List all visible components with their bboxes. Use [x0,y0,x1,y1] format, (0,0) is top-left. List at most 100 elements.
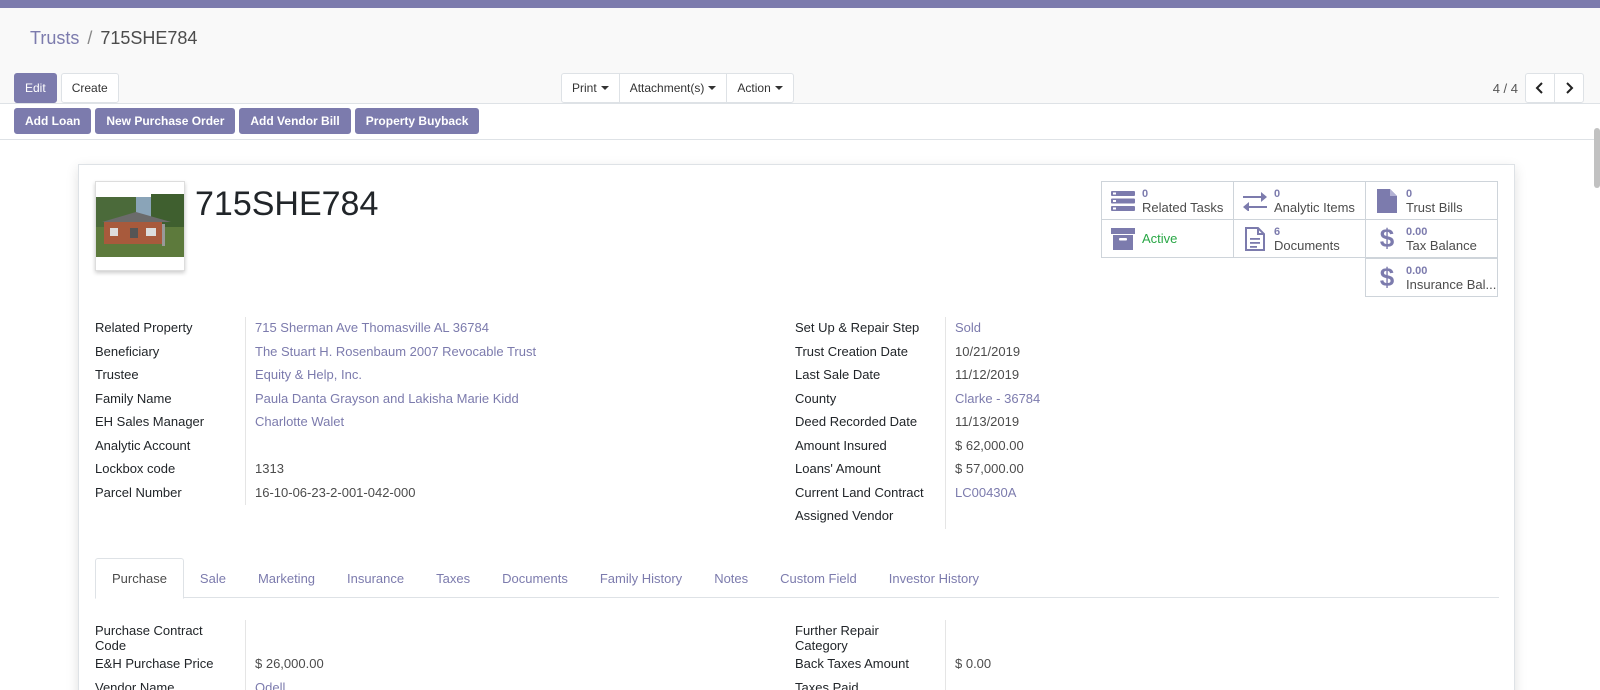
attachments-dropdown[interactable]: Attachment(s) [618,73,728,103]
form-statusbar: Add Loan New Purchase Order Add Vendor B… [0,104,1600,140]
pager-value[interactable]: 4 / 4 [1493,81,1518,96]
tab-investor-history[interactable]: Investor History [873,558,995,598]
field-label: County [795,390,837,406]
tasks-icon [1110,188,1136,214]
documents-button[interactable]: 6 Documents [1233,219,1366,258]
field-value-further-repair-category [945,620,1395,653]
notebook-tabs: Purchase Sale Marketing Insurance Taxes Docum… [95,558,1499,599]
breadcrumb: Trusts / 715SHE784 [30,28,197,49]
field-value-trust-creation-date: 10/21/2019 [945,340,1395,364]
scrollbar[interactable] [1594,128,1600,188]
add-vendor-bill-button[interactable]: Add Vendor Bill [239,108,351,134]
field-value-back-taxes-amount: $ 0.00 [945,653,1395,677]
field-value-family-name[interactable]: Paula Danta Grayson and Lakisha Marie Ki… [245,387,695,411]
field-label: Current Land Contract [795,484,924,500]
field-row-deed-recorded-date: Deed Recorded Date 11/13/2019 [795,411,1395,435]
new-purchase-order-button[interactable]: New Purchase Order [95,108,236,134]
field-value-trustee[interactable]: Equity & Help, Inc. [245,364,695,388]
record-title: 715SHE784 [195,185,379,223]
action-menus: Print Attachment(s) Action [561,73,794,103]
tab-marketing[interactable]: Marketing [242,558,331,598]
dollar-icon: $ [1379,223,1395,253]
related-tasks-count: 0 [1142,188,1149,200]
field-label: Trustee [95,367,139,382]
field-value-eh-sales-manager[interactable]: Charlotte Walet [245,411,695,435]
breadcrumb-current: 715SHE784 [100,28,198,48]
field-value-beneficiary[interactable]: The Stuart H. Rosenbaum 2007 Revocable T… [245,340,695,364]
trust-bills-button[interactable]: 0 Trust Bills [1365,181,1498,220]
tab-documents[interactable]: Documents [486,558,584,598]
field-value-set-up-repair-step[interactable]: Sold [945,317,1395,341]
field-row-further-repair-category: Further Repair Category [795,620,1395,653]
print-label: Print [572,81,597,95]
active-label: Active [1142,231,1178,246]
field-label: Lockbox code [95,461,176,476]
property-image[interactable] [95,181,185,271]
field-label: Purchase Contract Code [95,623,203,653]
field-value-related-property[interactable]: 715 Sherman Ave Thomasville AL 36784 [245,317,695,341]
documents-label: Documents [1274,238,1340,253]
field-label: Further Repair Category [795,623,879,653]
field-row-eh-sales-manager: EH Sales Manager Charlotte Walet [95,411,695,435]
edit-button[interactable]: Edit [14,73,57,103]
pager: 4 / 4 [1493,73,1584,103]
field-label: Parcel Number [95,484,182,500]
tab-insurance[interactable]: Insurance [331,558,420,598]
field-row-trust-creation-date: Trust Creation Date 10/21/2019 [795,340,1395,364]
field-value-lockbox-code: 1313 [245,458,695,482]
tab-family-history[interactable]: Family History [584,558,698,598]
tax-balance-button[interactable]: $ 0.00 Tax Balance [1365,219,1498,258]
field-label: Deed Recorded Date [795,414,918,429]
field-label: Back Taxes Amount [795,656,909,671]
attachments-label: Attachment(s) [629,81,705,95]
caret-down-icon [600,86,609,90]
property-buyback-button[interactable]: Property Buyback [354,108,480,134]
tab-sale[interactable]: Sale [184,558,242,598]
analytic-items-count: 0 [1274,188,1281,200]
purchase-fields-left: Purchase Contract Code E&H Purchase Price… [95,620,695,690]
tax-balance-count: 0.00 [1406,226,1428,238]
field-label: Analytic Account [95,437,191,453]
field-row-purchase-contract-code: Purchase Contract Code [95,620,695,653]
action-dropdown[interactable]: Action [726,73,794,103]
pager-previous-button[interactable] [1525,73,1555,103]
field-row-beneficiary: Beneficiary The Stuart H. Rosenbaum 2007 … [95,340,695,364]
field-value-loans-amount: $ 57,000.00 [945,458,1395,482]
insurance-balance-button[interactable]: $ 0.00 Insurance Bal... [1365,258,1498,297]
top-navbar [0,0,1600,8]
tab-custom-field[interactable]: Custom Field [764,558,873,598]
file-icon [1374,188,1400,214]
field-label: Amount Insured [795,437,887,453]
field-value-vendor-name[interactable]: Odell [245,676,695,690]
purchase-fields-right: Further Repair Category Back Taxes Amount… [795,620,1395,690]
field-row-set-up-repair-step: Set Up & Repair Step Sold [795,317,1395,341]
field-value-current-land-contract[interactable]: LC00430A [945,481,1395,505]
tab-purchase[interactable]: Purchase [95,558,184,599]
pager-next-button[interactable] [1554,73,1584,103]
main-fields-left: Related Property 715 Sherman Ave Thomasvi… [95,317,695,505]
field-label: Assigned Vendor [795,508,894,523]
add-loan-button[interactable]: Add Loan [14,108,92,134]
main-buttons: Edit Create [14,73,119,103]
field-value-last-sale-date: 11/12/2019 [945,364,1395,388]
analytic-items-button[interactable]: 0 Analytic Items [1233,181,1366,220]
house-photo [96,182,184,270]
field-value-amount-insured: $ 62,000.00 [945,434,1395,458]
related-tasks-button[interactable]: 0 Related Tasks [1101,181,1234,220]
field-value-county[interactable]: Clarke - 36784 [945,387,1395,411]
dollar-icon: $ [1379,262,1395,292]
active-toggle-button[interactable]: Active [1101,219,1234,258]
field-label: Set Up & Repair Step [795,320,920,335]
field-row-county: County Clarke - 36784 [795,387,1395,411]
tab-taxes[interactable]: Taxes [420,558,486,598]
tab-notes[interactable]: Notes [698,558,764,598]
exchange-icon [1242,188,1268,214]
field-row-current-land-contract: Current Land Contract LC00430A [795,481,1395,505]
breadcrumb-trusts-link[interactable]: Trusts [30,28,79,48]
field-row-family-name: Family Name Paula Danta Grayson and Lakis… [95,387,695,411]
breadcrumb-separator: / [87,28,93,48]
print-dropdown[interactable]: Print [561,73,620,103]
caret-down-icon [708,86,717,90]
trust-bills-label: Trust Bills [1406,200,1463,215]
create-button[interactable]: Create [60,73,119,103]
